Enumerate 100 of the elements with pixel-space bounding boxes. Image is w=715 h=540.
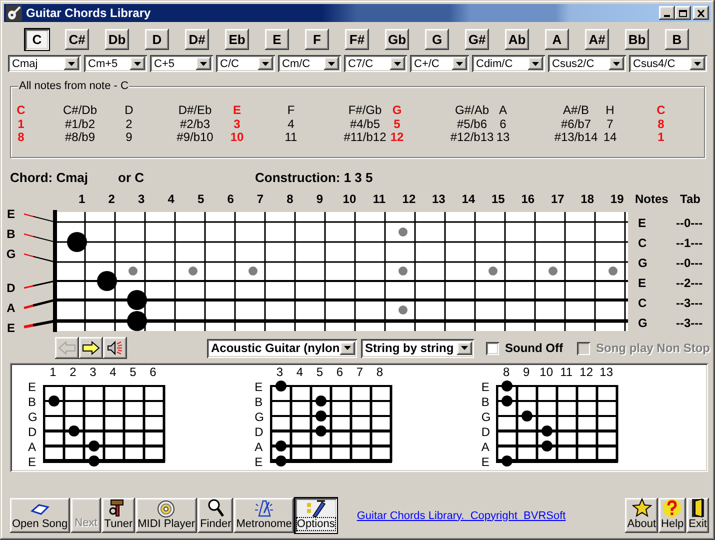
string-name: D [254,425,264,440]
inlay-dot [128,266,138,276]
root-note-button[interactable]: D [145,29,169,50]
interval-degree: 7 [606,118,614,131]
extended-degree: #11/b12 [344,131,386,144]
tab-value: --1--- [675,235,704,252]
string-name: G [6,248,16,260]
chord-type-dropdown[interactable]: Csus4/C [629,55,707,72]
extended-degree: 1 [658,131,664,144]
root-note-button[interactable]: G [425,29,449,50]
chord-type-dropdown[interactable]: Cm/C [278,55,341,72]
open-button[interactable]: Open Song [10,498,70,533]
fret-number: 3 [275,364,284,380]
fret-number: 4 [108,364,118,380]
root-note-button[interactable]: E [265,29,289,50]
fret-number: 12 [401,192,417,206]
root-note-button[interactable]: A# [585,29,609,50]
fret-number: 19 [609,192,625,206]
instrument-dropdown[interactable]: Acoustic Guitar (nylon [207,338,357,358]
chord-type-dropdown[interactable]: C7/C [344,55,407,72]
right-arrow-icon [82,341,100,355]
root-note-button[interactable]: Eb [225,29,249,50]
chord-alias: or C [118,170,145,185]
root-note-button[interactable]: C [25,29,49,50]
options-button[interactable]: Options [294,498,337,533]
finder-button[interactable]: Finder [198,498,234,533]
inlay-dot [188,266,198,276]
chord-type-dropdown[interactable]: Cm+5 [84,55,147,72]
tuner-button[interactable]: Tuner [102,498,135,533]
fret-number: 8 [286,192,294,206]
minimize-button[interactable] [659,6,675,20]
notes-heading: Notes [634,192,668,206]
extended-degree: #12/b13 [450,131,494,144]
play-mode-dropdown[interactable]: String by string [361,338,474,358]
chord-type-dropdown[interactable]: C+5 [150,55,213,72]
root-note-button[interactable]: F# [345,29,369,50]
fret-number: 2 [107,192,116,206]
string-name: E [481,455,490,470]
string-name: E [254,455,264,470]
note-name: F [287,104,295,118]
caret-icon [134,62,141,66]
extended-degree: #9/b10 [176,131,214,144]
root-note-button[interactable]: D# [185,29,209,50]
chord-name: Chord: Cmaj [10,170,89,185]
root-note-button[interactable]: Bb [625,29,649,50]
tab-heading: Tab [679,192,702,206]
fret-number: 4 [166,192,176,206]
root-note-button[interactable]: Gb [385,29,409,50]
fret-number: 14 [460,192,476,206]
speaker-icon [106,339,124,357]
root-note-button[interactable]: B [665,29,689,50]
extended-degree: #8/b9 [64,131,96,144]
string-name: D [6,282,16,294]
string-note: C [637,295,648,312]
checkbox[interactable] [486,342,499,354]
sound-button[interactable] [103,337,127,359]
midi-button[interactable]: MIDI Player [136,498,198,533]
checkbox-label: Sound Off [505,341,563,355]
left-arrow-icon [58,341,76,355]
root-note-button[interactable]: F [305,29,329,50]
chord-type-dropdown[interactable]: Csus2/C [548,55,626,72]
metronome-button[interactable]: Metronome [234,498,294,533]
fret-number: 7 [355,364,364,380]
caret-icon [694,62,701,66]
next-button[interactable] [79,337,103,359]
tab-value: --0--- [675,255,704,272]
root-note-button[interactable]: Db [105,29,129,50]
root-note-button[interactable]: A [545,29,569,50]
root-note-button[interactable]: G# [465,29,489,50]
maximize-button[interactable] [675,6,691,20]
fret-number: 10 [342,192,358,206]
chord-type-dropdown[interactable]: Cmaj [8,55,81,72]
note-name: C [656,104,666,118]
string-stub [24,320,56,328]
help-button[interactable]: Help [659,498,686,533]
string-name: D [28,425,38,440]
root-note-button[interactable]: C# [65,29,89,50]
root-note-button[interactable]: Ab [505,29,529,50]
chord-type-dropdown[interactable]: C/C [216,55,275,72]
string-note: G [637,315,648,332]
chord-type-dropdown[interactable]: C+/C [410,55,469,72]
chord-type-dropdown[interactable]: Cdim/C [472,55,545,72]
exit-button[interactable]: Exit [686,498,709,533]
string-name: A [6,302,16,314]
caret-icon [394,62,401,66]
about-button[interactable]: About [625,498,658,533]
string-name: E [28,380,38,395]
fret-number: 7 [256,192,265,206]
extended-degree: 13 [496,131,510,144]
close-button[interactable] [693,6,709,20]
string-name: D [481,425,492,440]
fret-number: 9 [315,192,324,206]
copyright-link[interactable]: Guitar Chords Library. Copyright BVRSoft [356,510,566,522]
pencil-icon [304,498,327,518]
note-name: D#/Eb [178,104,212,118]
interval-degree: 4 [288,118,294,131]
fret-number: 2 [68,364,78,380]
extended-degree: #13/b14 [554,131,598,144]
string-stub [24,298,56,310]
fret-number: 13 [598,364,614,380]
